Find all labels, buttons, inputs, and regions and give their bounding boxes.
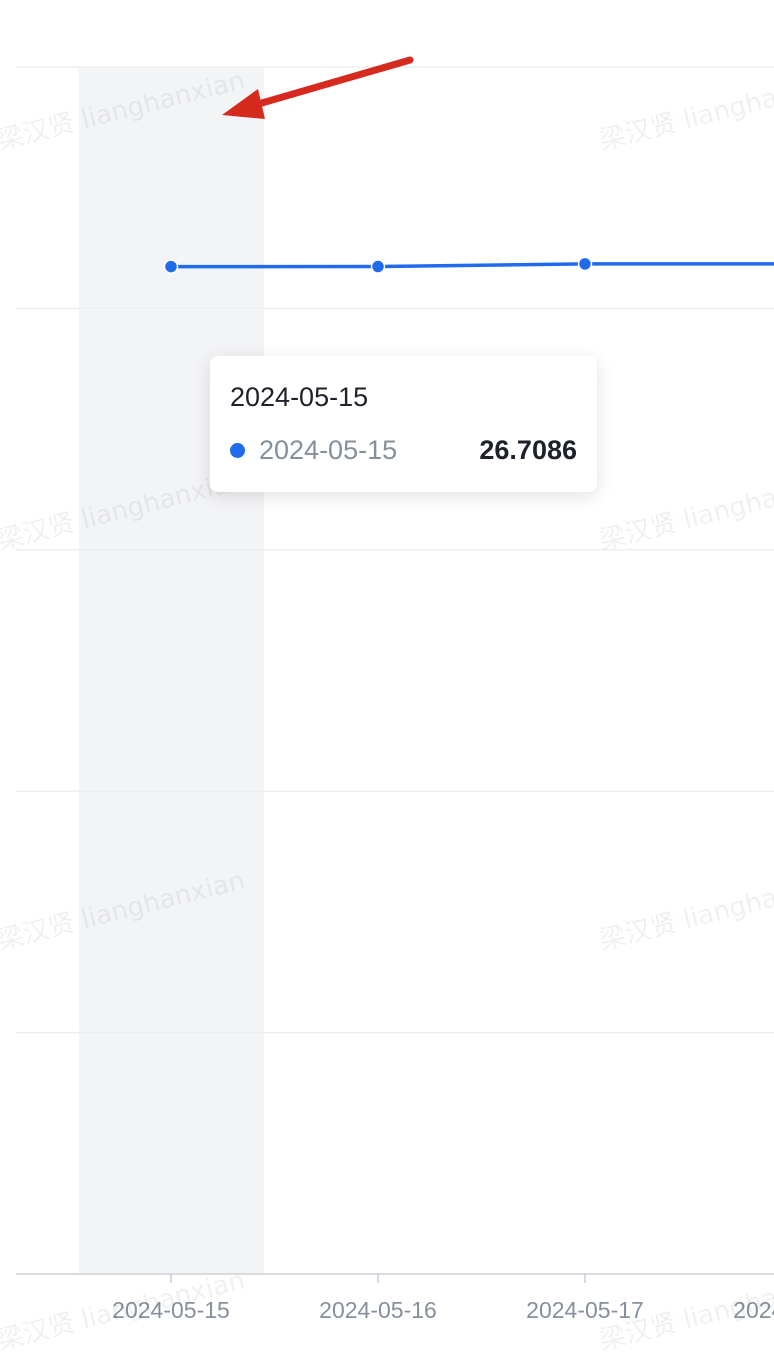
x-tick-label: 2024-05-18	[733, 1297, 774, 1323]
tooltip-series-name: 2024-05-15	[259, 435, 398, 465]
x-tick-label: 2024-05-16	[319, 1297, 437, 1323]
x-tick-label: 2024-05-17	[526, 1297, 644, 1323]
x-tick-label: 2024-05-15	[112, 1297, 230, 1323]
tooltip-title: 2024-05-15	[230, 382, 369, 412]
series-marker-icon	[230, 443, 245, 458]
data-point[interactable]	[163, 259, 179, 274]
line-chart: 2024-05-15 2024-05-16 2024-05-17 2024-05-18	[16, 56, 774, 1323]
data-point[interactable]	[370, 259, 386, 274]
data-point[interactable]	[577, 256, 593, 272]
chart-tooltip: 2024-05-15 2024-05-15 26.7086	[210, 356, 597, 492]
tooltip-row: 2024-05-15 26.7086	[230, 435, 577, 466]
hover-highlight-band	[79, 67, 264, 1274]
tooltip-value: 26.7086	[479, 435, 577, 465]
